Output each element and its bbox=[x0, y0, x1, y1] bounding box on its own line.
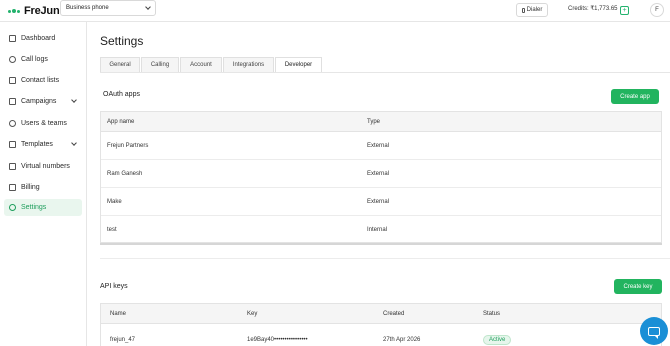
column-header-created: Created bbox=[383, 311, 405, 317]
column-header-name: Name bbox=[110, 311, 127, 317]
status-badge: Active bbox=[483, 335, 512, 345]
oauth-apps-title: OAuth apps bbox=[103, 91, 140, 98]
sidebar-item-label: Call logs bbox=[21, 56, 48, 63]
app-type: External bbox=[367, 199, 390, 205]
brand-name: FreJun bbox=[24, 5, 60, 17]
sidebar-item-virtual-numbers[interactable]: Virtual numbers bbox=[4, 158, 82, 175]
column-header-type: Type bbox=[367, 119, 381, 125]
phone-icon bbox=[9, 163, 16, 170]
chart-icon bbox=[9, 35, 16, 42]
app-name: Ram Ganesh bbox=[107, 171, 143, 177]
app-type: External bbox=[367, 143, 390, 149]
app-name: Frejun Partners bbox=[107, 143, 149, 149]
tabs-divider bbox=[100, 72, 670, 73]
users-icon bbox=[9, 120, 16, 127]
sidebar-item-settings[interactable]: Settings bbox=[4, 199, 82, 216]
column-header-status: Status bbox=[483, 311, 501, 317]
sidebar-item-label: Templates bbox=[21, 141, 53, 148]
column-header-app-name: App name bbox=[107, 119, 135, 125]
tab-account[interactable]: Account bbox=[180, 57, 222, 72]
chat-icon bbox=[648, 326, 660, 339]
api-key-created: 27th Apr 2026 bbox=[383, 337, 421, 343]
logo-mark bbox=[8, 9, 20, 13]
credits-balance: Credits: ₹1,773.65 bbox=[568, 6, 618, 12]
oauth-apps-table: App name Type Frejun Partners External R… bbox=[100, 111, 662, 243]
table-row[interactable]: frejun_47 1e9Bay40•••••••••••••••• 27th … bbox=[101, 326, 661, 346]
app-name: Make bbox=[107, 199, 122, 205]
column-header-key: Key bbox=[247, 311, 258, 317]
create-key-button[interactable]: Create key bbox=[614, 279, 662, 294]
tab-calling[interactable]: Calling bbox=[141, 57, 179, 72]
sidebar-item-label: Billing bbox=[21, 184, 40, 191]
business-phone-select[interactable]: Business phone bbox=[60, 0, 156, 16]
sidebar-item-label: Campaigns bbox=[21, 98, 57, 105]
tab-general[interactable]: General bbox=[100, 57, 140, 72]
api-key-value: 1e9Bay40•••••••••••••••• bbox=[247, 337, 308, 343]
sidebar-item-templates[interactable]: Templates bbox=[4, 136, 82, 153]
table-header: Name Key Created Status bbox=[101, 304, 661, 324]
user-avatar[interactable]: F bbox=[650, 3, 664, 17]
sidebar-item-billing[interactable]: Billing bbox=[4, 179, 82, 196]
tab-integrations[interactable]: Integrations bbox=[223, 57, 274, 72]
sidebar-item-campaigns[interactable]: Campaigns bbox=[4, 93, 82, 110]
phone-icon bbox=[521, 7, 525, 13]
api-keys-table: Name Key Created Status frejun_47 1e9Bay… bbox=[100, 303, 662, 346]
sidebar-item-label: Users & teams bbox=[21, 120, 67, 127]
tab-developer[interactable]: Developer bbox=[275, 57, 322, 72]
sidebar-item-contact-lists[interactable]: Contact lists bbox=[4, 72, 82, 89]
app-name: test bbox=[107, 227, 117, 233]
table-header: App name Type bbox=[101, 112, 661, 132]
sidebar-item-label: Virtual numbers bbox=[21, 163, 70, 170]
avatar-initial: F bbox=[655, 7, 659, 13]
sidebar-item-call-logs[interactable]: Call logs bbox=[4, 51, 82, 68]
megaphone-icon bbox=[9, 98, 16, 105]
table-bottom-border bbox=[100, 243, 662, 245]
list-icon bbox=[9, 77, 16, 84]
chat-support-button[interactable] bbox=[640, 317, 668, 345]
page-title: Settings bbox=[100, 34, 144, 48]
add-credits-button[interactable]: + bbox=[620, 6, 629, 15]
dialer-label: Dialer bbox=[526, 7, 543, 13]
chevron-down-icon bbox=[71, 140, 77, 146]
table-row[interactable]: test Internal bbox=[101, 216, 661, 244]
table-row[interactable]: Ram Ganesh External bbox=[101, 160, 661, 188]
clock-icon bbox=[9, 56, 16, 63]
sidebar-item-users-teams[interactable]: Users & teams bbox=[4, 115, 82, 132]
app-type: External bbox=[367, 171, 390, 177]
sidebar-item-label: Contact lists bbox=[21, 77, 60, 84]
sidebar-item-label: Settings bbox=[21, 204, 47, 211]
chevron-down-icon bbox=[71, 97, 77, 103]
dialer-button[interactable]: Dialer bbox=[516, 3, 548, 17]
create-app-button[interactable]: Create app bbox=[611, 89, 659, 104]
app-type: Internal bbox=[367, 227, 388, 233]
frejun-logo[interactable]: FreJun bbox=[8, 4, 60, 18]
card-icon bbox=[9, 184, 16, 191]
section-divider bbox=[100, 258, 670, 259]
template-icon bbox=[9, 141, 16, 148]
settings-tabs: General Calling Account Integrations Dev… bbox=[100, 57, 323, 72]
gear-icon bbox=[9, 204, 16, 211]
api-key-name: frejun_47 bbox=[110, 337, 136, 343]
api-keys-title: API keys bbox=[100, 283, 128, 290]
sidebar-item-label: Dashboard bbox=[21, 35, 56, 42]
sidebar: Dashboard Call logs Contact lists Campai… bbox=[0, 22, 87, 346]
chevron-down-icon bbox=[145, 4, 151, 10]
sidebar-item-dashboard[interactable]: Dashboard bbox=[4, 30, 82, 47]
table-row[interactable]: Frejun Partners External bbox=[101, 132, 661, 160]
table-row[interactable]: Make External bbox=[101, 188, 661, 216]
business-phone-select-value: Business phone bbox=[66, 5, 109, 11]
top-bar: FreJun Business phone Dialer Credits: ₹1… bbox=[0, 0, 670, 22]
